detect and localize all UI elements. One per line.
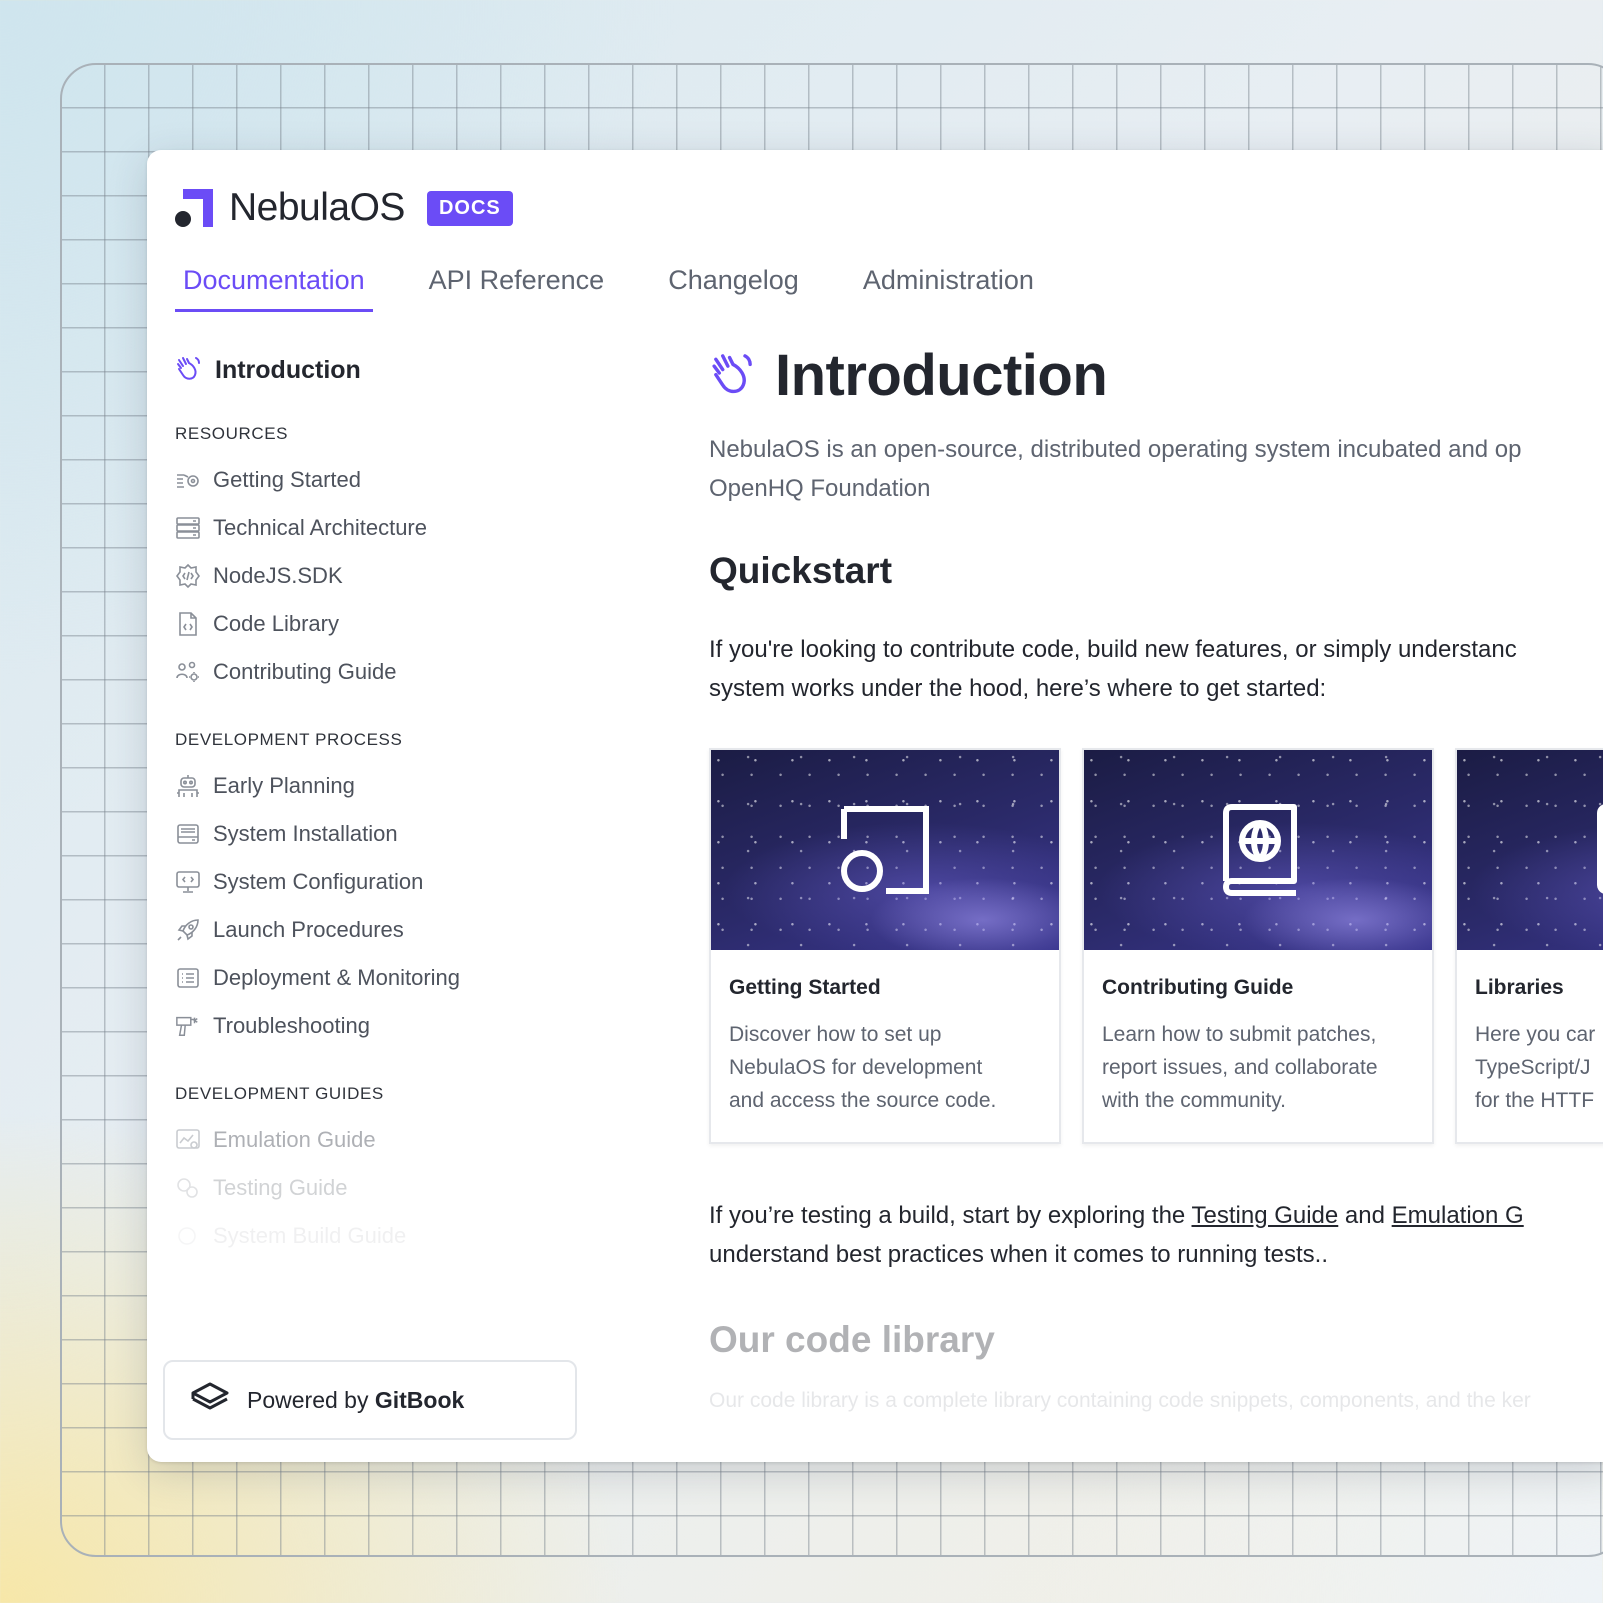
brand-name: NebulaOS: [229, 186, 405, 229]
paragraph-line: understand best practices when it comes …: [709, 1241, 1328, 1268]
card-title: Contributing Guide: [1102, 976, 1294, 999]
nebula-logo-icon: [175, 189, 213, 227]
powered-by-text: Powered by GitBook: [247, 1386, 465, 1413]
sidebar-item-label: Emulation Guide: [213, 1127, 376, 1152]
sidebar-item-troubleshooting[interactable]: Troubleshooting: [175, 1002, 595, 1050]
code-library-heading: Our code library: [709, 1319, 995, 1360]
powered-by-gitbook[interactable]: Powered by GitBook: [163, 1360, 577, 1440]
testing-guide-link[interactable]: Testing Guide: [1192, 1202, 1339, 1229]
sidebar-item-label: System Configuration: [213, 869, 424, 894]
tab-documentation[interactable]: Documentation: [175, 255, 373, 312]
lead-line: OpenHQ Foundation: [709, 475, 931, 502]
sidebar-intro-label: Introduction: [215, 355, 361, 384]
sidebar-item-label: Technical Architecture: [213, 515, 427, 540]
quickstart-paragraph: If you're looking to contribute code, bu…: [709, 630, 1603, 708]
card-image: [1084, 750, 1432, 950]
code-file-icon: [175, 611, 201, 637]
section-heading-development-process: DEVELOPMENT PROCESS: [175, 730, 403, 749]
lead-line: NebulaOS is an open-source, distributed …: [709, 436, 1522, 463]
chart-gear-icon: [175, 1127, 201, 1153]
waving-hand-icon: [175, 354, 203, 387]
sidebar-item-system-installation[interactable]: System Installation: [175, 810, 595, 858]
tab-changelog[interactable]: Changelog: [660, 255, 807, 312]
section-heading-development-guides: DEVELOPMENT GUIDES: [175, 1084, 384, 1103]
rocket-icon: [175, 917, 201, 943]
sidebar-item-nodejs-sdk[interactable]: NodeJS.SDK: [175, 552, 595, 600]
page-title: Introduction: [775, 342, 1108, 408]
sidebar-item-system-configuration[interactable]: System Configuration: [175, 858, 595, 906]
page-title-row: Introduction: [709, 340, 1603, 410]
sidebar-item-label: Getting Started: [213, 467, 361, 492]
card-description: Here you car TypeScript/J for the HTTF: [1475, 1023, 1596, 1112]
emulation-guide-link[interactable]: Emulation G: [1392, 1202, 1524, 1229]
card-title: Getting Started: [729, 976, 881, 999]
card-getting-started[interactable]: Getting Started Discover how to set up Ne…: [709, 748, 1061, 1144]
drill-icon: [175, 1013, 201, 1039]
sidebar-item-label: System Installation: [213, 821, 398, 846]
quickstart-cards: Getting Started Discover how to set up Ne…: [709, 748, 1603, 1144]
docs-badge: DOCS: [426, 190, 513, 226]
code-library-text: Our code library is a complete library c…: [709, 1389, 1531, 1412]
card-description: Discover how to set up NebulaOS for devel…: [729, 1023, 997, 1112]
robot-icon: [175, 773, 201, 799]
users-gear-icon: [175, 659, 201, 685]
nebula-logo-icon: [841, 806, 929, 894]
globe-book-icon: [1223, 804, 1297, 896]
card-image: [711, 750, 1059, 950]
card-contributing-guide[interactable]: Contributing Guide Learn how to submit p…: [1082, 748, 1434, 1144]
sidebar-item-deployment-monitoring[interactable]: Deployment & Monitoring: [175, 954, 595, 1002]
binoculars-icon: [175, 467, 201, 493]
drive-icon: [175, 821, 201, 847]
sidebar: Introduction RESOURCES Getting Started T…: [175, 350, 595, 1260]
waving-hand-icon: [709, 348, 757, 403]
sidebar-item-label: Launch Procedures: [213, 917, 404, 942]
sidebar-item-code-library[interactable]: Code Library: [175, 600, 595, 648]
card-image: [1457, 750, 1603, 950]
card-libraries[interactable]: Libraries Here you car TypeScript/J for th…: [1455, 748, 1603, 1144]
code-gear-icon: [175, 563, 201, 589]
sidebar-item-launch-procedures[interactable]: Launch Procedures: [175, 906, 595, 954]
flask-icon: [175, 1175, 201, 1201]
section-heading-resources: RESOURCES: [175, 424, 289, 443]
sidebar-item-early-planning[interactable]: Early Planning: [175, 762, 595, 810]
sidebar-item-label: Deployment & Monitoring: [213, 965, 461, 990]
docs-window: NebulaOS DOCS Documentation API Referenc…: [147, 150, 1603, 1462]
paragraph-line: system works under the hood, here’s wher…: [709, 675, 1327, 702]
sidebar-item-emulation-guide[interactable]: Emulation Guide: [175, 1116, 595, 1164]
sidebar-item-label: Contributing Guide: [213, 659, 397, 684]
sidebar-item-getting-started[interactable]: Getting Started: [175, 456, 595, 504]
sidebar-item-label: Code Library: [213, 611, 339, 636]
card-description: Learn how to submit patches, report issue…: [1102, 1023, 1378, 1112]
list-icon: [175, 965, 201, 991]
sidebar-item-testing-guide[interactable]: Testing Guide: [175, 1164, 595, 1212]
sidebar-item-label: Testing Guide: [213, 1175, 348, 1200]
sidebar-item-contributing-guide[interactable]: Contributing Guide: [175, 648, 595, 696]
sidebar-item-technical-architecture[interactable]: Technical Architecture: [175, 504, 595, 552]
sidebar-item-label: Early Planning: [213, 773, 355, 798]
monitor-code-icon: [175, 869, 201, 895]
gitbook-logo-icon: [191, 1382, 229, 1419]
sidebar-item-introduction[interactable]: Introduction: [175, 350, 595, 390]
tab-administration[interactable]: Administration: [855, 255, 1042, 312]
top-tabs: Documentation API Reference Changelog Ad…: [175, 255, 1090, 312]
sidebar-item-label: Troubleshooting: [213, 1013, 370, 1038]
testing-paragraph: If you’re testing a build, start by expl…: [709, 1196, 1603, 1274]
paragraph-line: If you're looking to contribute code, bu…: [709, 636, 1517, 663]
sidebar-item-label: NodeJS.SDK: [213, 563, 343, 588]
sidebar-item-label: System Build Guide: [213, 1223, 407, 1248]
card-title: Libraries: [1475, 976, 1564, 999]
quickstart-heading: Quickstart: [709, 550, 893, 591]
sidebar-item-system-build-guide[interactable]: System Build Guide: [175, 1212, 595, 1260]
main-content: Introduction NebulaOS is an open-source,…: [709, 340, 1603, 1413]
build-icon: [175, 1223, 201, 1249]
lead-paragraph: NebulaOS is an open-source, distributed …: [709, 430, 1603, 508]
library-icon: [1597, 804, 1603, 894]
tab-api-reference[interactable]: API Reference: [421, 255, 613, 312]
server-icon: [175, 515, 201, 541]
brand[interactable]: NebulaOS DOCS: [175, 186, 513, 230]
